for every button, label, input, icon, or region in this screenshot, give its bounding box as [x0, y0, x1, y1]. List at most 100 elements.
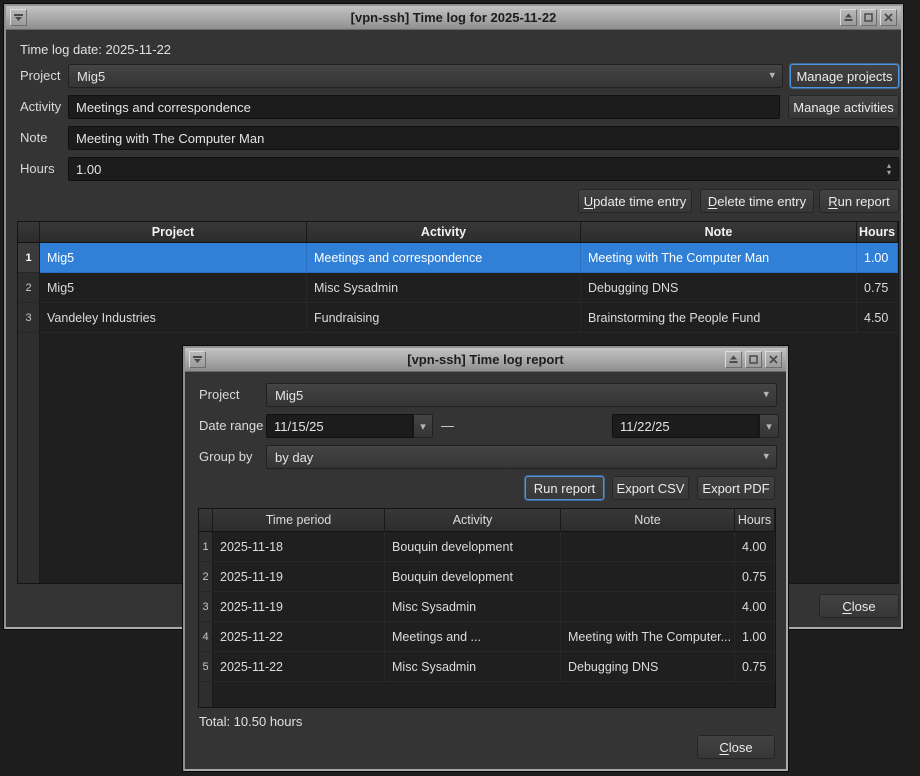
table-row[interactable]: 2 2025-11-19 Bouquin development 0.75: [199, 562, 775, 592]
note-input[interactable]: [68, 126, 899, 150]
col-header-note[interactable]: Note: [581, 222, 857, 243]
table-row[interactable]: 1 2025-11-18 Bouquin development 4.00: [199, 532, 775, 562]
cell-project: Mig5: [40, 243, 307, 273]
row-number: 2: [199, 562, 213, 592]
cell-activity: Misc Sysadmin: [385, 592, 561, 622]
date-from-dropdown-button[interactable]: ▾: [413, 414, 433, 438]
gutter-header: [199, 509, 213, 532]
cell-activity: Bouquin development: [385, 532, 561, 562]
col-header-time-period[interactable]: Time period: [213, 509, 385, 532]
hours-label: Hours: [20, 157, 55, 181]
shade-button[interactable]: [840, 9, 857, 26]
cell-hours: 4.50: [857, 303, 898, 333]
cell-period: 2025-11-19: [213, 562, 385, 592]
group-by-combobox[interactable]: by day ▾: [266, 445, 777, 469]
cell-note: Debugging DNS: [581, 273, 857, 303]
date-range-separator: —: [441, 414, 454, 438]
manage-activities-button[interactable]: Manage activities: [788, 95, 899, 119]
maximize-icon: [864, 13, 873, 22]
titlebar[interactable]: [vpn-ssh] Time log for 2025-11-22: [6, 6, 901, 30]
col-header-activity[interactable]: Activity: [385, 509, 561, 532]
close-icon: [884, 13, 893, 22]
run-report-button[interactable]: Run report: [819, 189, 899, 213]
activity-input[interactable]: [68, 95, 780, 119]
col-header-hours[interactable]: Hours: [735, 509, 775, 532]
cell-period: 2025-11-18: [213, 532, 385, 562]
hours-spinbox[interactable]: ▴ ▾: [68, 157, 899, 181]
row-number: 3: [18, 303, 40, 333]
close-button[interactable]: Close: [819, 594, 899, 618]
project-combobox[interactable]: Mig5 ▾: [68, 64, 783, 88]
table-row[interactable]: 1 Mig5 Meetings and correspondence Meeti…: [18, 243, 898, 273]
total-hours-text: Total: 10.50 hours: [199, 714, 302, 729]
note-label: Note: [20, 126, 47, 150]
activity-label: Activity: [20, 95, 61, 119]
date-range-label: Date range: [199, 414, 263, 438]
dropdown-arrow-icon: ▾: [420, 420, 426, 433]
col-header-note[interactable]: Note: [561, 509, 735, 532]
cell-note: Brainstorming the People Fund: [581, 303, 857, 333]
empty-cells: [213, 682, 775, 707]
delete-time-entry-button[interactable]: Delete time entry: [700, 189, 814, 213]
hours-spinner-buttons[interactable]: ▴ ▾: [883, 159, 895, 179]
cell-activity: Meetings and ...: [385, 622, 561, 652]
cell-hours: 1.00: [735, 622, 775, 652]
row-number: 5: [199, 652, 213, 682]
table-row[interactable]: 3 2025-11-19 Misc Sysadmin 4.00: [199, 592, 775, 622]
cell-note: [561, 562, 735, 592]
spinner-down-icon[interactable]: ▾: [887, 169, 891, 176]
dropdown-arrow-icon: ▾: [766, 420, 772, 433]
gutter-strip: [18, 333, 40, 583]
report-project-combobox[interactable]: Mig5 ▾: [266, 383, 777, 407]
dropdown-arrow-icon: ▾: [763, 389, 769, 400]
row-number: 4: [199, 622, 213, 652]
project-label: Project: [20, 64, 60, 88]
gutter-strip: [199, 682, 213, 707]
cell-hours: 0.75: [735, 562, 775, 592]
cell-hours: 0.75: [857, 273, 898, 303]
report-project-value: Mig5: [275, 388, 303, 403]
manage-projects-button[interactable]: Manage projects: [790, 64, 899, 88]
table-row[interactable]: 2 Mig5 Misc Sysadmin Debugging DNS 0.75: [18, 273, 898, 303]
cell-note: Meeting with The Computer Man: [581, 243, 857, 273]
project-combobox-value: Mig5: [77, 69, 105, 84]
cell-note: [561, 532, 735, 562]
update-time-entry-button[interactable]: Update time entry: [578, 189, 692, 213]
shade-button[interactable]: [725, 351, 742, 368]
close-window-button[interactable]: [880, 9, 897, 26]
export-pdf-button[interactable]: Export PDF: [697, 476, 775, 500]
table-row[interactable]: 4 2025-11-22 Meetings and ... Meeting wi…: [199, 622, 775, 652]
cell-hours: 1.00: [857, 243, 898, 273]
row-number: 2: [18, 273, 40, 303]
cell-activity: Misc Sysadmin: [385, 652, 561, 682]
table-row[interactable]: 3 Vandeley Industries Fundraising Brains…: [18, 303, 898, 333]
col-header-activity[interactable]: Activity: [307, 222, 581, 243]
cell-activity: Fundraising: [307, 303, 581, 333]
cell-note: Meeting with The Computer...: [561, 622, 735, 652]
maximize-button[interactable]: [745, 351, 762, 368]
col-header-project[interactable]: Project: [40, 222, 307, 243]
export-csv-button[interactable]: Export CSV: [612, 476, 689, 500]
date-from-input[interactable]: [266, 414, 413, 438]
group-by-label: Group by: [199, 445, 252, 469]
cell-period: 2025-11-19: [213, 592, 385, 622]
close-window-button[interactable]: [765, 351, 782, 368]
date-to-dropdown-button[interactable]: ▾: [759, 414, 779, 438]
cell-period: 2025-11-22: [213, 652, 385, 682]
dialog-run-report-button[interactable]: Run report: [525, 476, 604, 500]
cell-hours: 4.00: [735, 592, 775, 622]
dialog-close-button[interactable]: Close: [697, 735, 775, 759]
row-number: 3: [199, 592, 213, 622]
cell-hours: 4.00: [735, 532, 775, 562]
maximize-button[interactable]: [860, 9, 877, 26]
dropdown-arrow-icon: ▾: [763, 451, 769, 462]
hours-input[interactable]: [68, 157, 899, 181]
cell-period: 2025-11-22: [213, 622, 385, 652]
date-to-input[interactable]: [612, 414, 759, 438]
report-project-label: Project: [199, 383, 239, 407]
cell-activity: Misc Sysadmin: [307, 273, 581, 303]
table-row[interactable]: 5 2025-11-22 Misc Sysadmin Debugging DNS…: [199, 652, 775, 682]
col-header-hours[interactable]: Hours: [857, 222, 898, 243]
dialog-titlebar[interactable]: [vpn-ssh] Time log report: [185, 348, 786, 372]
time-log-date-text: Time log date: 2025-11-22: [20, 42, 171, 57]
